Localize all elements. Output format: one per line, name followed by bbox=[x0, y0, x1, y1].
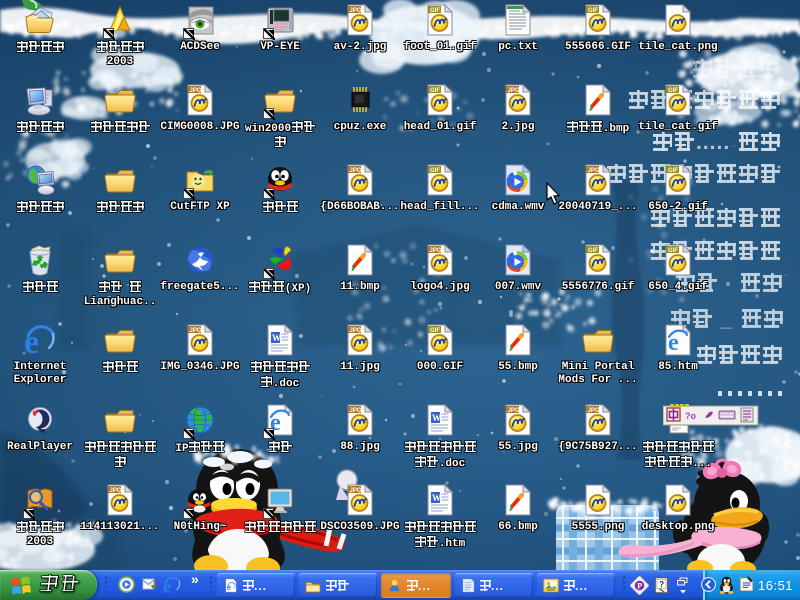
svg-text:?o: ?o bbox=[685, 411, 696, 421]
svg-text:?: ? bbox=[659, 580, 664, 589]
svg-text:P: P bbox=[637, 581, 642, 590]
